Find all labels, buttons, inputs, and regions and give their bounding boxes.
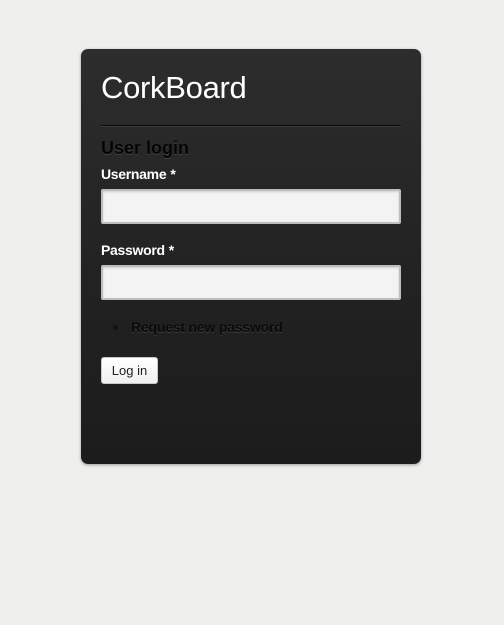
- list-item: Request new password: [113, 318, 283, 337]
- title-divider: [101, 125, 401, 127]
- login-card: CorkBoard User login Username * Password *…: [81, 49, 421, 464]
- password-input[interactable]: [101, 265, 401, 300]
- login-links-list: Request new password: [113, 318, 283, 337]
- bullet-icon: [113, 325, 118, 330]
- site-title: CorkBoard: [101, 70, 247, 105]
- log-in-button[interactable]: Log in: [101, 357, 158, 384]
- user-login-heading: User login: [101, 138, 190, 158]
- username-label: Username *: [101, 166, 176, 182]
- password-label: Password *: [101, 242, 174, 258]
- password-required-marker: *: [168, 242, 174, 258]
- username-input[interactable]: [101, 189, 401, 224]
- request-new-password-link[interactable]: Request new password: [131, 319, 283, 335]
- password-label-text: Password: [101, 242, 165, 258]
- username-label-text: Username: [101, 166, 167, 182]
- username-required-marker: *: [170, 166, 176, 182]
